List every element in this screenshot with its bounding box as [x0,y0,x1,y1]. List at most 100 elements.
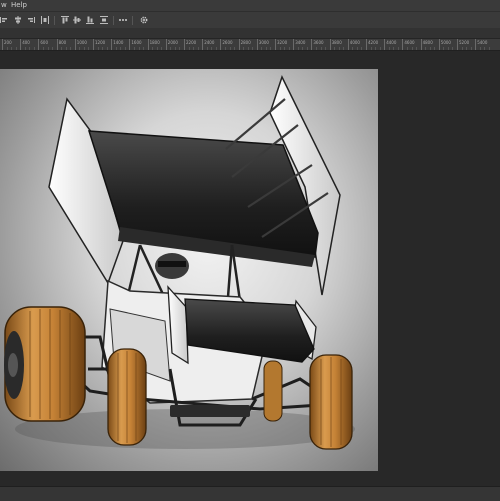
ruler-minor-tick [320,47,322,50]
align-right-edges-icon[interactable] [27,16,35,24]
ruler-minor-tick [252,47,254,50]
ruler-minor-tick [425,47,427,50]
distribute-icon[interactable] [100,16,108,24]
ruler-minor-tick [29,47,31,50]
ruler-major-tick [74,39,76,50]
distribute-icon[interactable] [41,16,49,24]
ruler-minor-tick [161,47,163,50]
ruler-minor-tick [88,47,90,50]
align-top-edges-icon[interactable] [61,16,69,24]
ruler-label: 2800 [240,40,251,45]
ruler-minor-tick [343,47,345,50]
ruler-minor-tick [479,47,481,50]
front-right-tire [309,354,353,450]
align-horizontal-centers-icon[interactable] [14,16,22,24]
ruler-major-tick [56,39,58,50]
ruler-minor-tick [83,47,85,50]
ruler-major-tick [256,39,258,50]
ruler-minor-tick [188,47,190,50]
ruler-label: 1400 [113,40,124,45]
ruler-minor-tick [270,47,272,50]
ruler-label: 600 [40,40,49,45]
sprint-car-render [4,75,355,450]
ruler-minor-tick [24,47,26,50]
options-toolbar [0,11,500,29]
align-vertical-centers-icon[interactable] [73,16,81,24]
ruler-major-tick [475,39,477,50]
ruler-minor-tick [297,47,299,50]
ruler-label: 4600 [404,40,415,45]
ruler-minor-tick [375,47,377,50]
ruler-minor-tick [106,47,108,50]
ruler-minor-tick [406,47,408,50]
ruler-minor-tick [156,47,158,50]
ruler-major-tick [347,39,349,50]
ruler-label: 2400 [204,40,215,45]
ruler-label: 1800 [149,40,160,45]
ruler-minor-tick [138,47,140,50]
ruler-major-tick [402,39,404,50]
ruler-minor-tick [261,47,263,50]
document-canvas[interactable] [0,69,378,471]
ruler-major-tick [93,39,94,50]
ruler-minor-tick [388,47,390,50]
toolbar-separator [132,16,133,25]
ruler-minor-tick [370,47,372,50]
ruler-label: 2600 [222,40,233,45]
menu-item-help[interactable]: Help [11,0,27,11]
ruler-major-tick [2,39,3,50]
ruler-major-tick [20,39,22,50]
ruler-label: 3800 [331,40,342,45]
ruler-minor-tick [224,47,226,50]
ruler-minor-tick [15,47,17,50]
ruler-label: 800 [58,40,67,45]
status-bar [0,486,500,501]
rear-right-tire [263,360,283,422]
ruler-label: 1000 [76,40,87,45]
ruler-minor-tick [484,47,486,50]
ruler-label: 3400 [295,40,306,45]
ruler-major-tick [311,39,313,50]
ruler-minor-tick [42,47,44,50]
ruler-minor-tick [124,47,126,50]
align-bottom-edges-icon[interactable] [86,16,94,24]
more-options-icon[interactable] [119,16,127,24]
ruler-minor-tick [447,47,449,50]
ruler-major-tick [184,39,185,50]
ruler-minor-tick [174,47,176,50]
ruler-label: 2000 [167,40,178,45]
ruler-major-tick [329,39,331,50]
front-left-tire [107,348,147,446]
menu-item-window[interactable]: w [1,0,7,11]
ruler-label: 400 [22,40,30,45]
ruler-major-tick [129,39,131,50]
align-left-edges-icon[interactable] [0,16,8,24]
ruler-label: 5000 [440,40,451,45]
ruler-minor-tick [416,47,418,50]
ruler-label: 5400 [477,40,488,45]
ruler-minor-tick [170,47,172,50]
horizontal-ruler[interactable]: 200 400 600 800 1000 1200 1400 1600 1800 2000 2200… [0,39,500,51]
ruler-minor-tick [211,47,213,50]
toolbar-separator [113,16,114,25]
ruler-minor-tick [206,47,208,50]
ruler-minor-tick [133,47,135,50]
ruler-minor-tick [115,47,117,50]
settings-gear-icon[interactable] [140,16,148,24]
ruler-major-tick [220,39,222,50]
ruler-minor-tick [470,47,472,50]
document-tab-strip[interactable] [0,28,500,39]
ruler-minor-tick [461,47,463,50]
ruler-label: 5200 [459,40,470,45]
ruler-minor-tick [193,47,195,50]
ruler-label: 2200 [186,40,197,45]
ruler-minor-tick [279,47,281,50]
ruler-minor-tick [247,47,249,50]
ruler-label: 4200 [368,40,379,45]
ruler-major-tick [384,39,386,50]
ruler-minor-tick [47,47,49,50]
ruler-major-tick [147,39,149,50]
ruler-minor-tick [197,47,199,50]
ruler-minor-tick [302,47,304,50]
ruler-minor-tick [215,47,217,50]
